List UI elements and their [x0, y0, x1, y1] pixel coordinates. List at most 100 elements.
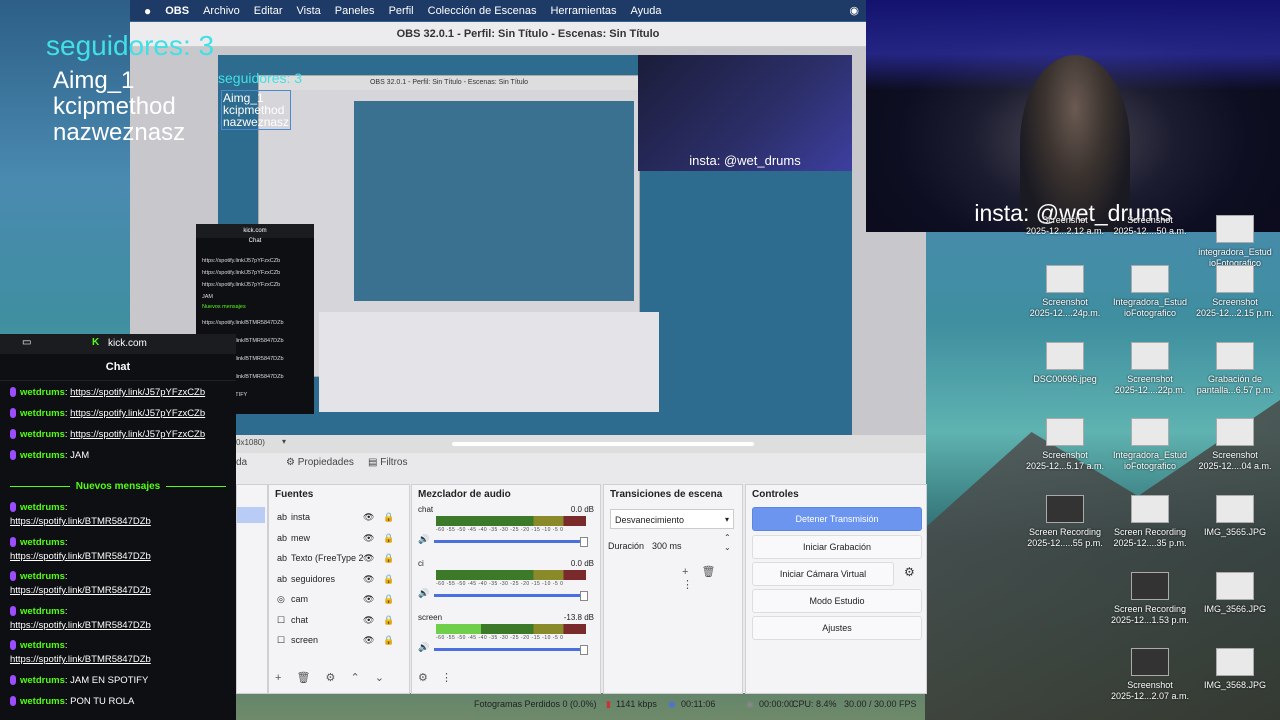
chat-username[interactable]: wetdrums: [20, 571, 65, 582]
menu-ayuda[interactable]: Ayuda: [631, 5, 662, 17]
volume-knob[interactable]: [580, 591, 588, 601]
eye-icon[interactable]: 👁: [363, 610, 374, 630]
scene-selected[interactable]: [237, 507, 265, 523]
start-virtual-camera-button[interactable]: Iniciar Cámara Virtual: [752, 562, 894, 586]
chat-username[interactable]: wetdrums: [20, 387, 65, 398]
menu-coleccion[interactable]: Colección de Escenas: [428, 5, 537, 17]
desktop-icon[interactable]: IMG_3566.JPG: [1190, 572, 1280, 615]
add-icon[interactable]: +: [682, 566, 688, 578]
desktop-icon[interactable]: Screenshot 2025-12....22p.m.: [1105, 342, 1195, 396]
chat-username[interactable]: wetdrums: [20, 675, 65, 686]
volume-slider[interactable]: [434, 591, 588, 601]
gear-icon[interactable]: ⚙: [326, 672, 336, 684]
start-recording-button[interactable]: Iniciar Grabación: [752, 535, 922, 559]
tab-filters[interactable]: ▤ Filtros: [368, 457, 407, 468]
desktop-icon[interactable]: Screenshot 2025-12....04 a.m.: [1190, 418, 1280, 472]
chat-username[interactable]: wetdrums: [20, 537, 65, 548]
chevron-down-icon[interactable]: ▾: [282, 437, 286, 446]
more-icon[interactable]: ⋮: [441, 672, 452, 684]
desktop-icon[interactable]: Screenshot 2025-12....24p.m.: [1020, 265, 1110, 319]
desktop-icon[interactable]: Screen Recording 2025-12.....55 p.m.: [1020, 495, 1110, 549]
menu-paneles[interactable]: Paneles: [335, 5, 375, 17]
chat-text[interactable]: https://spotify.link/BTMR5847DZb: [10, 551, 151, 562]
desktop-icon[interactable]: Screen Recording 2025-12...1.53 p.m.: [1105, 572, 1195, 626]
settings-button[interactable]: Ajustes: [752, 616, 922, 640]
mixer-settings-icon[interactable]: ⚙: [418, 672, 428, 684]
more-icon[interactable]: ⋮: [682, 579, 693, 591]
speaker-icon[interactable]: 🔊: [418, 588, 429, 599]
preview-scrollbar[interactable]: [452, 442, 754, 446]
volume-slider[interactable]: [434, 645, 588, 655]
down-icon[interactable]: ⌄: [375, 672, 384, 684]
chat-username[interactable]: wetdrums: [20, 429, 65, 440]
chat-text[interactable]: https://spotify.link/J57pYFzxCZb: [70, 408, 205, 419]
menu-herramientas[interactable]: Herramientas: [550, 5, 616, 17]
desktop-icon[interactable]: Integradora_Estud ioFotografico: [1105, 418, 1195, 472]
volume-knob[interactable]: [580, 537, 588, 547]
chat-text[interactable]: https://spotify.link/BTMR5847DZb: [10, 516, 151, 527]
sidebar-icon[interactable]: ▭: [22, 337, 31, 348]
menu-app-name[interactable]: OBS: [165, 5, 189, 17]
lock-icon[interactable]: 🔒: [383, 589, 394, 609]
eye-icon[interactable]: 👁: [363, 630, 374, 650]
desktop-icon[interactable]: integradora_Estud ioFotografico: [1190, 215, 1280, 269]
lock-icon[interactable]: 🔒: [383, 630, 394, 650]
menu-archivo[interactable]: Archivo: [203, 5, 240, 17]
chat-text[interactable]: https://spotify.link/BTMR5847DZb: [10, 654, 151, 665]
chat-text[interactable]: https://spotify.link/BTMR5847DZb: [10, 620, 151, 631]
source-row-5[interactable]: ☐ chat 👁 🔒: [273, 610, 405, 630]
chat-username[interactable]: wetdrums: [20, 696, 65, 707]
chat-username[interactable]: wetdrums: [20, 408, 65, 419]
desktop-icon[interactable]: IMG_3568.JPG: [1190, 648, 1280, 691]
volume-knob[interactable]: [580, 645, 588, 655]
menu-editar[interactable]: Editar: [254, 5, 283, 17]
source-row-4[interactable]: ◎ cam 👁 🔒: [273, 589, 405, 609]
studio-mode-button[interactable]: Modo Estudio: [752, 589, 922, 613]
desktop-icon[interactable]: DSC00696.jpeg: [1020, 342, 1110, 385]
duration-input[interactable]: 300 ms: [652, 541, 682, 551]
desktop-icon[interactable]: Screenshot 2025-12...2.15 p.m.: [1190, 265, 1280, 319]
chat-username[interactable]: wetdrums: [20, 502, 65, 513]
stop-streaming-button[interactable]: Detener Transmisión: [752, 507, 922, 531]
chat-text[interactable]: https://spotify.link/J57pYFzxCZb: [70, 387, 205, 398]
desktop-icon[interactable]: Screenshot 2025-12....50 a.m.: [1105, 215, 1195, 237]
eye-icon[interactable]: 👁: [363, 548, 374, 568]
chat-username[interactable]: wetdrums: [20, 640, 65, 651]
add-icon[interactable]: +: [275, 672, 281, 684]
lock-icon[interactable]: 🔒: [383, 528, 394, 548]
source-row-6[interactable]: ☐ screen 👁 🔒: [273, 630, 405, 650]
menu-vista[interactable]: Vista: [297, 5, 321, 17]
source-row-3[interactable]: ab seguidores 👁 🔒: [273, 569, 405, 589]
eye-icon[interactable]: 👁: [363, 507, 374, 527]
duration-stepper[interactable]: ⌃ ⌄: [724, 533, 731, 553]
up-icon[interactable]: ⌃: [350, 672, 359, 684]
eye-icon[interactable]: 👁: [363, 528, 374, 548]
tab-properties[interactable]: ⚙ Propiedades: [286, 457, 354, 468]
chat-url[interactable]: kick.com: [108, 338, 147, 349]
apple-icon[interactable]: ●: [144, 4, 151, 18]
desktop-icon[interactable]: Screenshot 2025-12...5.17 a.m.: [1020, 418, 1110, 472]
lock-icon[interactable]: 🔒: [383, 610, 394, 630]
volume-slider[interactable]: [434, 537, 588, 547]
source-row-2[interactable]: ab Texto (FreeType 2 👁 🔒: [273, 548, 405, 568]
tab-scenes[interactable]: da: [236, 457, 247, 468]
transition-select[interactable]: Desvanecimiento ▾: [610, 509, 734, 529]
chat-username[interactable]: wetdrums: [20, 450, 65, 461]
desktop-icon[interactable]: Screen Recording 2025-12....35 p.m.: [1105, 495, 1195, 549]
chat-text[interactable]: https://spotify.link/J57pYFzxCZb: [70, 429, 205, 440]
desktop-icon[interactable]: IMG_3565.JPG: [1190, 495, 1280, 538]
chat-text[interactable]: https://spotify.link/BTMR5847DZb: [10, 585, 151, 596]
trash-icon[interactable]: 🗑: [297, 672, 311, 684]
speaker-icon[interactable]: 🔊: [418, 642, 429, 653]
trash-icon[interactable]: 🗑: [702, 566, 716, 578]
desktop-icon[interactable]: Integradora_Estud ioFotografico: [1105, 265, 1195, 319]
speaker-icon[interactable]: 🔊: [418, 534, 429, 545]
menu-perfil[interactable]: Perfil: [389, 5, 414, 17]
lock-icon[interactable]: 🔒: [383, 507, 394, 527]
source-row-0[interactable]: ab insta 👁 🔒: [273, 507, 405, 527]
eye-icon[interactable]: 👁: [363, 569, 374, 589]
eye-icon[interactable]: 👁: [363, 589, 374, 609]
virtual-camera-gear-icon[interactable]: ⚙: [904, 565, 915, 579]
control-center-icon[interactable]: ◉: [849, 4, 859, 17]
lock-icon[interactable]: 🔒: [383, 548, 394, 568]
